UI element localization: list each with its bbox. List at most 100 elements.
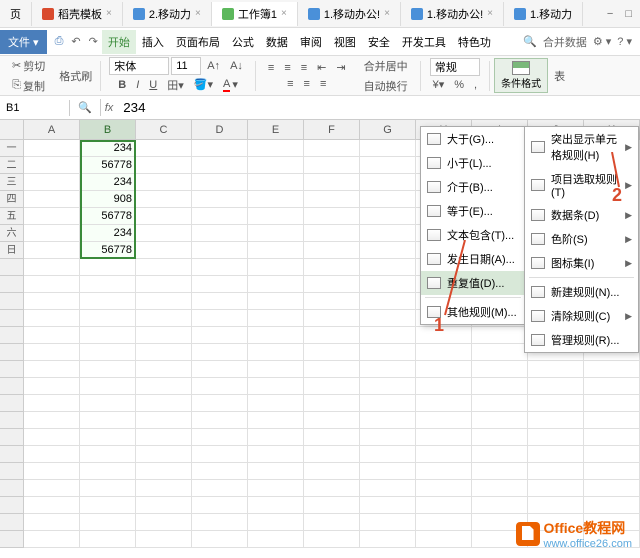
cell[interactable] xyxy=(304,191,360,208)
cell[interactable] xyxy=(24,378,80,395)
cell[interactable] xyxy=(528,429,584,446)
cell[interactable] xyxy=(304,327,360,344)
menu-home[interactable]: 开始 xyxy=(102,30,136,54)
cell[interactable] xyxy=(304,361,360,378)
cell[interactable] xyxy=(80,514,136,531)
align-middle-icon[interactable]: ≡ xyxy=(280,59,294,76)
cell[interactable] xyxy=(24,242,80,259)
cell[interactable] xyxy=(192,497,248,514)
cell[interactable] xyxy=(24,361,80,378)
cell[interactable] xyxy=(528,378,584,395)
cell[interactable] xyxy=(248,446,304,463)
cell[interactable] xyxy=(192,429,248,446)
cell[interactable] xyxy=(304,293,360,310)
menu-developer[interactable]: 开发工具 xyxy=(396,30,452,54)
cell[interactable] xyxy=(472,480,528,497)
cell[interactable] xyxy=(472,327,528,344)
file-menu[interactable]: 文件 ▾ xyxy=(0,30,47,54)
cell[interactable] xyxy=(136,395,192,412)
cell[interactable] xyxy=(24,412,80,429)
cell[interactable] xyxy=(248,497,304,514)
cell[interactable] xyxy=(192,293,248,310)
cell[interactable] xyxy=(360,395,416,412)
row-header[interactable] xyxy=(0,514,24,531)
wrap-text-button[interactable]: 自动换行 xyxy=(360,76,412,96)
cell[interactable] xyxy=(360,446,416,463)
tab-doc-3[interactable]: 1.移动办公!× xyxy=(298,2,401,26)
border-icon[interactable]: 田▾ xyxy=(163,75,188,95)
merge-data-button[interactable]: 合并数据 xyxy=(543,34,587,50)
cell[interactable] xyxy=(24,327,80,344)
cell[interactable] xyxy=(192,378,248,395)
row-header[interactable] xyxy=(0,293,24,310)
row-header[interactable] xyxy=(0,344,24,361)
cell[interactable] xyxy=(136,378,192,395)
cell[interactable] xyxy=(136,293,192,310)
cell[interactable] xyxy=(136,344,192,361)
cell[interactable] xyxy=(24,276,80,293)
cell[interactable] xyxy=(584,412,640,429)
tab-template[interactable]: 稻壳模板× xyxy=(32,2,123,26)
cell[interactable] xyxy=(584,361,640,378)
cell[interactable] xyxy=(472,497,528,514)
row-header[interactable] xyxy=(0,395,24,412)
copy-button[interactable]: ⎘ 复制 xyxy=(8,76,49,96)
cell[interactable] xyxy=(472,412,528,429)
cell[interactable] xyxy=(248,412,304,429)
cell[interactable] xyxy=(136,497,192,514)
col-header-b[interactable]: B xyxy=(80,120,136,139)
cell[interactable] xyxy=(80,497,136,514)
cell[interactable] xyxy=(304,463,360,480)
table-format-button[interactable]: 表 xyxy=(550,66,569,86)
cell[interactable] xyxy=(136,140,192,157)
cell[interactable] xyxy=(24,293,80,310)
cell[interactable] xyxy=(360,497,416,514)
col-header-f[interactable]: F xyxy=(304,120,360,139)
cell[interactable] xyxy=(472,429,528,446)
cell[interactable] xyxy=(80,463,136,480)
close-icon[interactable]: × xyxy=(195,8,201,19)
cell[interactable] xyxy=(136,361,192,378)
cell[interactable] xyxy=(248,191,304,208)
cell[interactable] xyxy=(248,259,304,276)
cell[interactable] xyxy=(192,259,248,276)
cell[interactable] xyxy=(472,395,528,412)
cell[interactable] xyxy=(192,446,248,463)
font-name-select[interactable] xyxy=(109,57,169,75)
cell[interactable] xyxy=(136,446,192,463)
tab-doc-4[interactable]: 1.移动办公!× xyxy=(401,2,504,26)
cell[interactable] xyxy=(248,140,304,157)
cell[interactable] xyxy=(136,157,192,174)
cell[interactable] xyxy=(584,446,640,463)
cell[interactable] xyxy=(584,480,640,497)
cell[interactable] xyxy=(584,395,640,412)
row-header[interactable] xyxy=(0,361,24,378)
cell[interactable] xyxy=(248,361,304,378)
close-icon[interactable]: × xyxy=(106,8,112,19)
cell[interactable] xyxy=(360,157,416,174)
cell[interactable] xyxy=(528,463,584,480)
cell[interactable] xyxy=(192,361,248,378)
menu-item[interactable]: 新建规则(N)... xyxy=(525,280,638,304)
tab-home[interactable]: 页 xyxy=(0,2,32,26)
redo-icon[interactable]: ↷ xyxy=(85,35,102,48)
cell[interactable] xyxy=(136,242,192,259)
cell[interactable] xyxy=(248,463,304,480)
cell[interactable] xyxy=(360,140,416,157)
cell[interactable] xyxy=(192,327,248,344)
cell[interactable] xyxy=(416,446,472,463)
formula-input[interactable] xyxy=(117,98,640,117)
cell[interactable] xyxy=(80,480,136,497)
align-bottom-icon[interactable]: ≡ xyxy=(297,59,311,76)
cell[interactable] xyxy=(248,480,304,497)
cell[interactable] xyxy=(136,463,192,480)
cell[interactable] xyxy=(192,157,248,174)
cell[interactable] xyxy=(360,242,416,259)
cell[interactable] xyxy=(136,208,192,225)
menu-item[interactable]: 等于(E)... xyxy=(421,199,525,223)
cell[interactable]: 908 xyxy=(80,191,136,208)
menu-insert[interactable]: 插入 xyxy=(136,30,170,54)
cell[interactable] xyxy=(360,429,416,446)
cell[interactable] xyxy=(584,378,640,395)
cell[interactable] xyxy=(416,378,472,395)
